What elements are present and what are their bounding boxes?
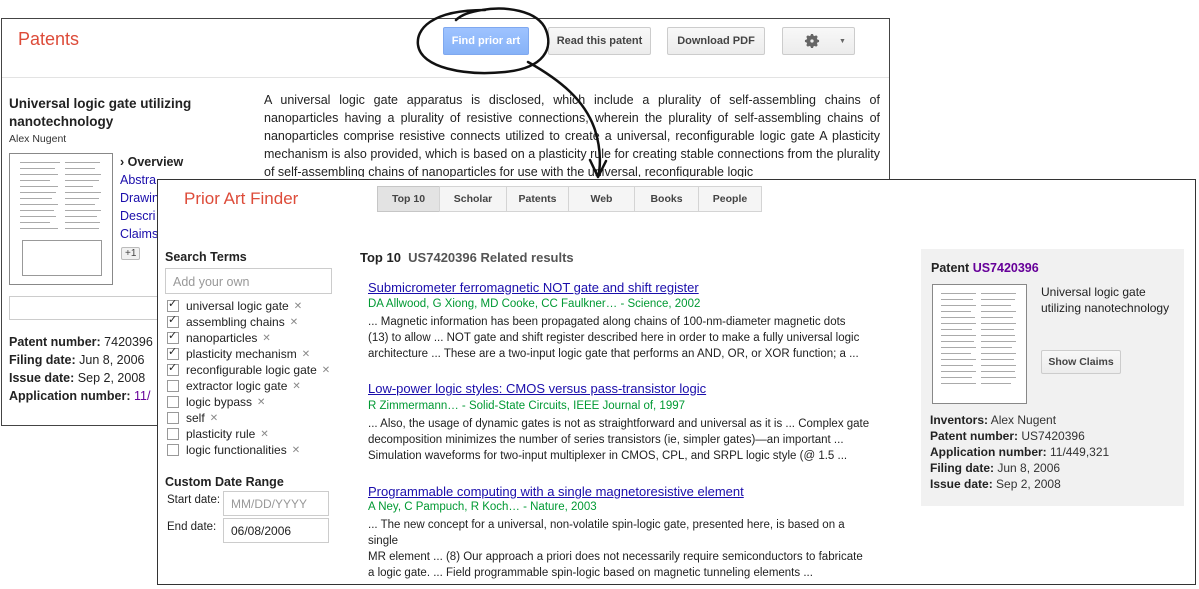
result-title-link[interactable]: Submicrometer ferromagnetic NOT gate and… bbox=[368, 280, 699, 295]
tab-patents[interactable]: Patents bbox=[506, 186, 568, 212]
prior-art-finder-panel: Prior Art Finder Top 10 Scholar Patents … bbox=[157, 179, 1196, 585]
side-issue-date: Issue date: Sep 2, 2008 bbox=[930, 477, 1061, 491]
nav-drawings-link[interactable]: Drawin bbox=[120, 191, 159, 205]
search-term-item[interactable]: universal logic gate ✕ bbox=[167, 297, 302, 314]
patent-summary-card: Patent US7420396 Universal logic gate ut… bbox=[921, 249, 1184, 506]
result-snippet: ... The new concept for a universal, non… bbox=[368, 519, 863, 579]
search-term-item[interactable]: assembling chains ✕ bbox=[167, 313, 298, 330]
result-title-link[interactable]: Low-power logic styles: CMOS versus pass… bbox=[368, 381, 706, 396]
prior-art-finder-title: Prior Art Finder bbox=[184, 189, 299, 208]
term-label: logic bypass bbox=[186, 395, 253, 409]
term-checkbox[interactable] bbox=[167, 313, 179, 328]
read-patent-button[interactable]: Read this patent bbox=[548, 27, 651, 55]
term-label: assembling chains bbox=[186, 315, 285, 329]
close-icon[interactable]: ✕ bbox=[257, 397, 265, 408]
custom-date-heading: Custom Date Range bbox=[165, 475, 284, 489]
nav-description-link[interactable]: Descri bbox=[120, 209, 155, 223]
term-label: logic functionalities bbox=[186, 443, 287, 457]
nav-abstract-link[interactable]: Abstra bbox=[120, 173, 156, 187]
chevron-down-icon: ▼ bbox=[839, 37, 846, 45]
header-divider bbox=[2, 77, 889, 78]
search-term-item[interactable]: logic bypass ✕ bbox=[167, 394, 265, 410]
start-date-input[interactable]: MM/DD/YYYY bbox=[223, 491, 329, 516]
gear-icon bbox=[804, 33, 820, 49]
term-label: plasticity mechanism bbox=[186, 347, 297, 361]
close-icon[interactable]: ✕ bbox=[294, 301, 302, 312]
overview-nav[interactable]: › Overview bbox=[120, 155, 183, 169]
meta-application-number: Application number: 11/ bbox=[9, 389, 151, 403]
tab-web[interactable]: Web bbox=[568, 186, 634, 212]
side-filing-date: Filing date: Jun 8, 2006 bbox=[930, 461, 1061, 475]
term-label: universal logic gate bbox=[186, 299, 289, 313]
close-icon[interactable]: ✕ bbox=[260, 429, 268, 440]
nav-claims-link[interactable]: Claims bbox=[120, 227, 158, 241]
search-term-item[interactable]: plasticity mechanism ✕ bbox=[167, 345, 310, 362]
search-term-item[interactable]: plasticity rule ✕ bbox=[167, 426, 269, 442]
tab-top-10[interactable]: Top 10 bbox=[377, 186, 439, 212]
results-heading: Top 10 US7420396 Related results bbox=[360, 250, 574, 265]
patents-logo[interactable]: Patents bbox=[18, 29, 79, 50]
plus-one-button[interactable]: +1 bbox=[121, 247, 141, 260]
patent-author: Alex Nugent bbox=[9, 133, 67, 145]
result-snippet: ... Magnetic information has been propag… bbox=[368, 316, 860, 360]
term-checkbox[interactable] bbox=[167, 345, 179, 360]
end-date-input[interactable]: 06/08/2006 bbox=[223, 518, 329, 543]
close-icon[interactable]: ✕ bbox=[210, 413, 218, 424]
patent-title: Universal logic gate utilizing nanotechn… bbox=[9, 96, 192, 129]
close-icon[interactable]: ✕ bbox=[302, 349, 310, 360]
settings-button[interactable]: ▼ bbox=[782, 27, 855, 55]
side-patent-title: Universal logic gate utilizing nanotechn… bbox=[1041, 285, 1170, 315]
search-term-item[interactable]: nanoparticles ✕ bbox=[167, 329, 271, 346]
start-date-label: Start date: bbox=[167, 494, 221, 506]
term-checkbox[interactable] bbox=[167, 428, 179, 440]
meta-patent-number: Patent number: 7420396 bbox=[9, 335, 153, 349]
result-title-link[interactable]: Programmable computing with a single mag… bbox=[368, 484, 744, 499]
search-term-item[interactable]: extractor logic gate ✕ bbox=[167, 378, 301, 394]
term-label: reconfigurable logic gate bbox=[186, 363, 317, 377]
result-authors[interactable]: R Zimmermann… - Solid-State Circuits, IE… bbox=[368, 400, 685, 412]
tab-people[interactable]: People bbox=[698, 186, 762, 212]
result-authors[interactable]: A Ney, C Pampuch, R Koch… - Nature, 2003 bbox=[368, 501, 597, 513]
search-term-item[interactable]: logic functionalities ✕ bbox=[167, 442, 300, 458]
close-icon[interactable]: ✕ bbox=[262, 333, 270, 344]
search-term-item[interactable]: self ✕ bbox=[167, 410, 218, 426]
close-icon[interactable]: ✕ bbox=[292, 445, 300, 456]
find-prior-art-button[interactable]: Find prior art bbox=[443, 27, 529, 55]
term-checkbox[interactable] bbox=[167, 329, 179, 344]
add-own-term-input[interactable]: Add your own bbox=[165, 268, 332, 294]
term-checkbox[interactable] bbox=[167, 361, 179, 376]
side-patent-thumbnail[interactable] bbox=[932, 284, 1027, 404]
result-authors[interactable]: DA Allwood, G Xiong, MD Cooke, CC Faulkn… bbox=[368, 298, 700, 310]
term-checkbox[interactable] bbox=[167, 380, 179, 392]
term-label: nanoparticles bbox=[186, 331, 258, 345]
tab-books[interactable]: Books bbox=[634, 186, 698, 212]
result-snippet: ... Also, the usage of dynamic gates is … bbox=[368, 418, 870, 462]
patent-thumbnail[interactable] bbox=[9, 153, 113, 285]
side-patent-number: Patent number: US7420396 bbox=[930, 429, 1085, 443]
search-input[interactable] bbox=[9, 296, 161, 320]
term-label: self bbox=[186, 411, 205, 425]
search-term-item[interactable]: reconfigurable logic gate ✕ bbox=[167, 361, 330, 378]
term-label: extractor logic gate bbox=[186, 379, 288, 393]
tab-scholar[interactable]: Scholar bbox=[439, 186, 506, 212]
show-claims-button[interactable]: Show Claims bbox=[1041, 350, 1121, 374]
term-checkbox[interactable] bbox=[167, 396, 179, 408]
close-icon[interactable]: ✕ bbox=[290, 317, 298, 328]
meta-filing-date: Filing date: Jun 8, 2006 bbox=[9, 353, 145, 367]
term-checkbox[interactable] bbox=[167, 412, 179, 424]
end-date-label: End date: bbox=[167, 521, 217, 533]
side-inventors: Inventors: Alex Nugent bbox=[930, 413, 1057, 427]
side-patent-heading: Patent US7420396 bbox=[931, 261, 1039, 275]
term-checkbox[interactable] bbox=[167, 297, 179, 312]
close-icon[interactable]: ✕ bbox=[322, 365, 330, 376]
source-tabs: Top 10 Scholar Patents Web Books People bbox=[377, 186, 762, 212]
side-application-number: Application number: 11/449,321 bbox=[930, 445, 1110, 459]
close-icon[interactable]: ✕ bbox=[292, 381, 300, 392]
term-checkbox[interactable] bbox=[167, 444, 179, 456]
term-label: plasticity rule bbox=[186, 427, 256, 441]
search-terms-heading: Search Terms bbox=[165, 250, 247, 264]
download-pdf-button[interactable]: Download PDF bbox=[667, 27, 765, 55]
patent-abstract: A universal logic gate apparatus is disc… bbox=[264, 93, 880, 177]
meta-issue-date: Issue date: Sep 2, 2008 bbox=[9, 371, 146, 385]
